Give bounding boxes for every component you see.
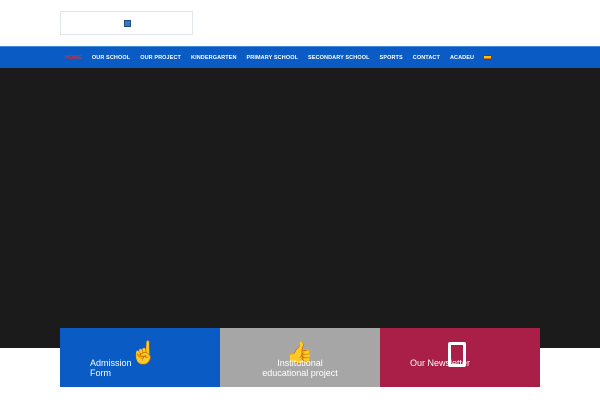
educational-project-card[interactable]: 👍 Institutional educational project <box>220 328 380 387</box>
nav-kindergarten[interactable]: KINDERGARTEN <box>191 55 237 61</box>
nav-our-school[interactable]: OUR SCHOOL <box>92 55 130 61</box>
card-label: Our Newsletter <box>410 358 471 368</box>
card-label: Institutional educational project <box>262 358 338 378</box>
nav-contact[interactable]: CONTACT <box>413 55 440 61</box>
nav-acadeu[interactable]: ACADEU <box>450 55 474 61</box>
nav-secondary-school[interactable]: SECONDARY SCHOOL <box>308 55 370 61</box>
nav-sports[interactable]: SPORTS <box>380 55 403 61</box>
nav-home[interactable]: HOME <box>65 55 82 61</box>
admission-form-card[interactable]: ☝ Admission Form <box>60 328 220 387</box>
card-label: Admission Form <box>90 358 132 378</box>
newsletter-card[interactable]: Our Newsletter <box>380 328 540 387</box>
nav-primary-school[interactable]: PRIMARY SCHOOL <box>247 55 299 61</box>
nav-our-project[interactable]: OUR PROJECT <box>140 55 181 61</box>
broken-image-icon <box>124 20 131 27</box>
hero-slider <box>0 68 600 348</box>
spanish-flag-icon[interactable] <box>484 55 492 60</box>
main-nav: HOME OUR SCHOOL OUR PROJECT KINDERGARTEN… <box>0 46 600 68</box>
site-logo[interactable] <box>60 11 193 35</box>
